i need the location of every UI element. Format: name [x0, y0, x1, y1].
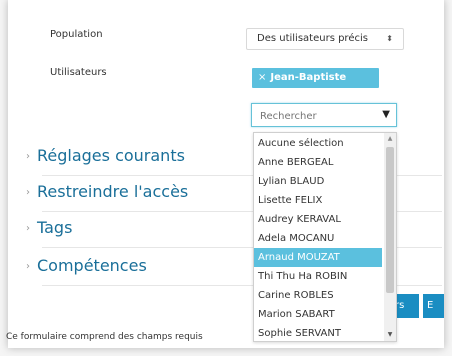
- dropdown-toggle-icon[interactable]: ▼: [382, 109, 390, 120]
- option-user[interactable]: Anne BERGEAL: [254, 153, 382, 172]
- user-search-field[interactable]: ▼: [251, 103, 397, 127]
- population-label: Population: [50, 29, 103, 40]
- remove-icon[interactable]: ×: [258, 72, 266, 83]
- option-user[interactable]: Audrey KERAVAL: [254, 210, 382, 229]
- option-none[interactable]: Aucune sélection: [254, 134, 382, 153]
- option-user[interactable]: Lylian BLAUD: [254, 172, 382, 191]
- option-user[interactable]: Marion SABART: [254, 305, 382, 324]
- section-restreindre-acces[interactable]: › Restreindre l'accès: [26, 182, 188, 201]
- expand-arrow-icon: ›: [26, 261, 30, 272]
- scroll-up-icon[interactable]: ▲: [384, 133, 396, 145]
- dropdown-scrollbar[interactable]: ▲ ▼: [384, 133, 396, 341]
- population-select-value: Des utilisateurs précis: [257, 33, 368, 44]
- expand-arrow-icon: ›: [26, 223, 30, 234]
- section-reglages-courants[interactable]: › Réglages courants: [26, 146, 185, 165]
- section-title: Tags: [37, 218, 73, 237]
- section-competences[interactable]: › Compétences: [26, 256, 147, 275]
- scroll-down-icon[interactable]: ▼: [384, 329, 396, 341]
- users-label: Utilisateurs: [50, 67, 107, 78]
- option-user-highlighted[interactable]: Arnaud MOUZAT: [254, 248, 382, 267]
- selected-user-tag[interactable]: × Jean-Baptiste IDOUX: [252, 68, 379, 103]
- required-fields-note: Ce formulaire comprend des champs requis: [6, 332, 203, 342]
- section-title: Restreindre l'accès: [37, 182, 189, 201]
- option-user[interactable]: Sophie SERVANT: [254, 324, 382, 341]
- section-tags[interactable]: › Tags: [26, 218, 72, 237]
- save-display-button[interactable]: E: [423, 294, 444, 318]
- selected-user-name: Jean-Baptiste IDOUX: [258, 72, 347, 103]
- expand-arrow-icon: ›: [26, 187, 30, 198]
- select-caret-icon: ⬍: [386, 34, 393, 43]
- user-dropdown-list[interactable]: Aucune sélection Anne BERGEAL Lylian BLA…: [253, 132, 397, 342]
- option-user[interactable]: Lisette FELIX: [254, 191, 382, 210]
- population-select[interactable]: Des utilisateurs précis ⬍: [246, 28, 404, 50]
- option-user[interactable]: Adela MOCANU: [254, 229, 382, 248]
- section-title: Réglages courants: [37, 146, 185, 165]
- expand-arrow-icon: ›: [26, 151, 30, 162]
- search-input[interactable]: [260, 111, 370, 122]
- form-panel: Population Des utilisateurs précis ⬍ Uti…: [8, 0, 444, 348]
- option-user[interactable]: Carine ROBLES: [254, 286, 382, 305]
- option-user[interactable]: Thi Thu Ha ROBIN: [254, 267, 382, 286]
- section-title: Compétences: [37, 256, 147, 275]
- scrollbar-thumb[interactable]: [386, 147, 394, 293]
